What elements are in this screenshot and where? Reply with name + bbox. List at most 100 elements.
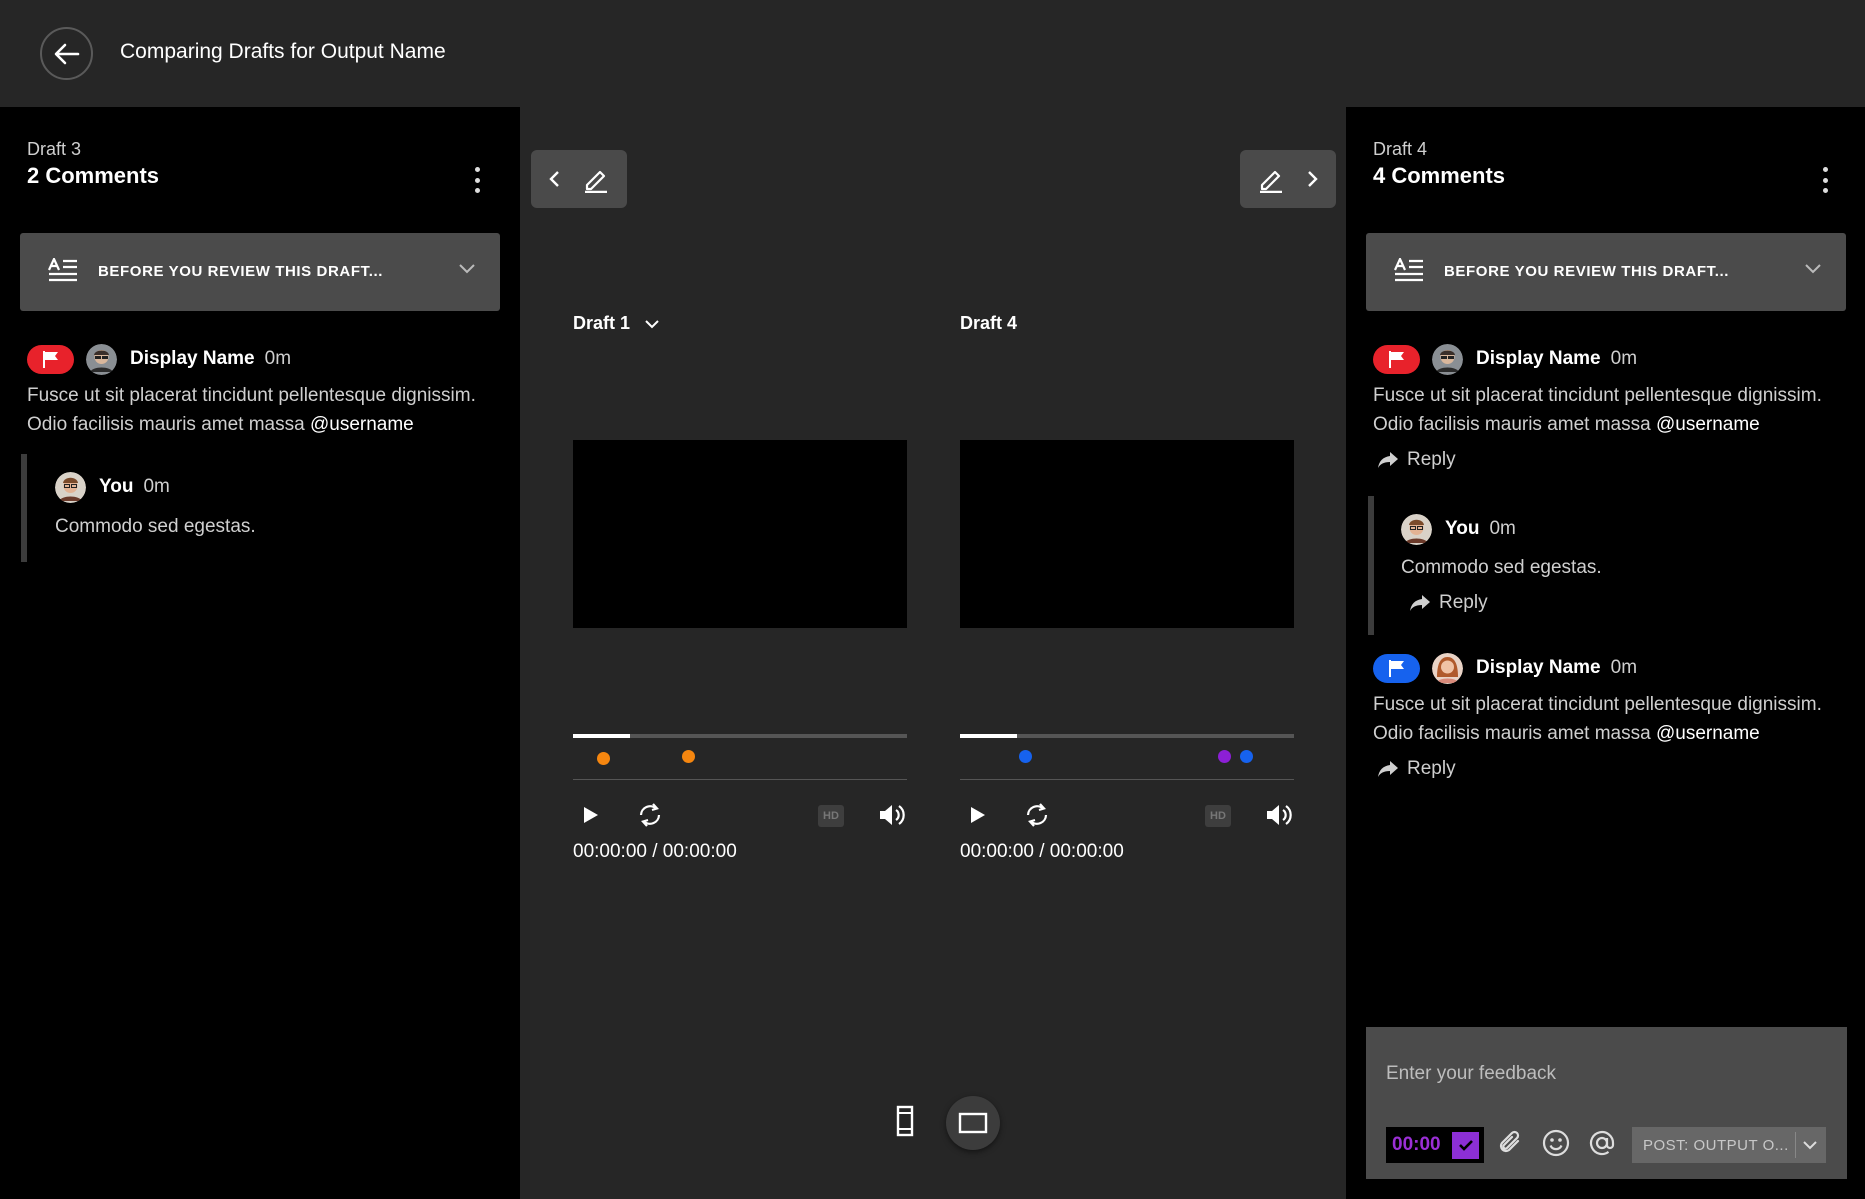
landscape-layout-icon bbox=[958, 1112, 988, 1134]
comment-marker-track bbox=[960, 738, 1294, 780]
video-player[interactable] bbox=[960, 440, 1294, 628]
flag-icon bbox=[1388, 351, 1404, 368]
player-title: Draft 4 bbox=[960, 313, 1018, 333]
reply-header: You 0m bbox=[1401, 513, 1516, 545]
flag-badge[interactable] bbox=[1373, 653, 1420, 683]
comment-marker-track bbox=[573, 738, 907, 780]
pencil-icon bbox=[1260, 170, 1282, 193]
avatar bbox=[1401, 513, 1432, 545]
comment-time: 0m bbox=[1610, 348, 1638, 369]
timestamp-value: 00:00 bbox=[1392, 1134, 1441, 1155]
comment-header: Display Name 0m bbox=[1373, 652, 1637, 684]
draft-label: Draft 3 bbox=[27, 139, 82, 159]
more-options-button[interactable] bbox=[467, 167, 487, 193]
reply-text: Commodo sed egestas. bbox=[55, 516, 256, 537]
comment-line-text: Odio facilisis mauris amet massa bbox=[27, 414, 310, 435]
mention-icon[interactable] bbox=[1588, 1129, 1616, 1157]
reply-arrow-icon bbox=[1378, 452, 1398, 468]
phone-layout-icon bbox=[896, 1105, 914, 1137]
top-bar: Comparing Drafts for Output Name bbox=[0, 0, 1865, 107]
comment-text: Fusce ut sit placerat tincidunt pellente… bbox=[1373, 690, 1863, 748]
avatar bbox=[55, 471, 86, 503]
paperclip-icon[interactable] bbox=[1498, 1129, 1524, 1157]
volume-icon[interactable] bbox=[1265, 803, 1293, 827]
reply-button[interactable]: Reply bbox=[1409, 592, 1488, 614]
commenter-name[interactable]: Display Name bbox=[130, 348, 255, 370]
comment-line: Odio facilisis mauris amet massa @userna… bbox=[1373, 410, 1863, 439]
flag-badge[interactable] bbox=[1373, 344, 1420, 374]
commenter-name[interactable]: Display Name bbox=[1476, 657, 1601, 679]
mention-link[interactable]: @username bbox=[310, 414, 414, 435]
play-icon[interactable] bbox=[970, 806, 986, 824]
reply-text: Commodo sed egestas. bbox=[1401, 557, 1602, 578]
comment-line: Odio facilisis mauris amet massa @userna… bbox=[1373, 719, 1863, 748]
hd-toggle[interactable]: HD bbox=[1205, 805, 1231, 827]
feedback-input[interactable] bbox=[1386, 1063, 1826, 1085]
page-title: Comparing Drafts for Output Name bbox=[120, 40, 446, 63]
mention-link[interactable]: @username bbox=[1656, 414, 1760, 435]
chevron-down-icon bbox=[1805, 264, 1821, 274]
comment-time: 0m bbox=[264, 348, 292, 369]
volume-icon[interactable] bbox=[878, 803, 906, 827]
comment-time: 0m bbox=[1610, 657, 1638, 678]
flag-icon bbox=[1388, 660, 1404, 677]
comment-marker[interactable] bbox=[682, 750, 696, 763]
vertical-layout-toggle[interactable] bbox=[896, 1105, 914, 1142]
player-draft-selector[interactable]: Draft 1 bbox=[573, 313, 660, 334]
commenter-name[interactable]: Display Name bbox=[1476, 348, 1601, 370]
text-align-icon bbox=[48, 258, 77, 282]
more-options-button[interactable] bbox=[1815, 167, 1835, 193]
post-label: POST: OUTPUT O... bbox=[1643, 1136, 1789, 1154]
feedback-composer: 00:00 POST: OUTPUT O... bbox=[1366, 1027, 1847, 1179]
emoji-icon[interactable] bbox=[1542, 1129, 1570, 1157]
comment-marker[interactable] bbox=[1239, 750, 1253, 763]
commenter-name[interactable]: You bbox=[99, 476, 133, 498]
comment-marker[interactable] bbox=[1217, 750, 1231, 763]
comment-marker[interactable] bbox=[597, 752, 611, 765]
comment-line: Fusce ut sit placerat tincidunt pellente… bbox=[27, 385, 476, 406]
comment-time: 0m bbox=[143, 476, 170, 497]
video-player[interactable] bbox=[573, 440, 907, 628]
flag-icon bbox=[42, 351, 58, 368]
loop-icon[interactable] bbox=[1023, 802, 1051, 828]
timestamp-toggle[interactable]: 00:00 bbox=[1386, 1127, 1484, 1163]
draft-label: Draft 4 bbox=[1373, 139, 1428, 159]
comment-time: 0m bbox=[1489, 518, 1516, 539]
comment-text: Fusce ut sit placerat tincidunt pellente… bbox=[27, 381, 517, 439]
reply-button[interactable]: Reply bbox=[1377, 758, 1456, 780]
play-icon[interactable] bbox=[583, 806, 599, 824]
chevron-down-icon[interactable] bbox=[1802, 1140, 1818, 1150]
horizontal-layout-toggle[interactable] bbox=[946, 1096, 1000, 1150]
review-banner-label: BEFORE YOU REVIEW THIS DRAFT... bbox=[98, 263, 384, 280]
mention-link[interactable]: @username bbox=[1656, 723, 1760, 744]
post-button[interactable]: POST: OUTPUT O... bbox=[1632, 1127, 1826, 1163]
reply-arrow-icon bbox=[1378, 761, 1398, 777]
hd-toggle[interactable]: HD bbox=[818, 805, 844, 827]
commenter-name[interactable]: You bbox=[1445, 518, 1479, 540]
timecode: 00:00:00 / 00:00:00 bbox=[960, 841, 1124, 862]
review-draft-banner[interactable]: BEFORE YOU REVIEW THIS DRAFT... bbox=[20, 233, 500, 311]
reply-label: Reply bbox=[1407, 449, 1456, 470]
comment-header: Display Name 0m bbox=[1373, 343, 1637, 375]
chevron-right-icon bbox=[1308, 171, 1318, 187]
comment-marker[interactable] bbox=[1019, 750, 1033, 763]
pencil-icon bbox=[585, 170, 607, 193]
chevron-down-icon bbox=[645, 319, 659, 328]
reply-label: Reply bbox=[1407, 758, 1456, 779]
comment-count: 4 Comments bbox=[1373, 163, 1506, 188]
timestamp-checkbox[interactable] bbox=[1452, 1131, 1479, 1159]
next-draft-button[interactable] bbox=[1240, 150, 1336, 208]
reply-button[interactable]: Reply bbox=[1377, 449, 1456, 471]
review-draft-banner[interactable]: BEFORE YOU REVIEW THIS DRAFT... bbox=[1366, 233, 1846, 311]
back-button[interactable] bbox=[40, 27, 93, 80]
reply-arrow-icon bbox=[1410, 595, 1430, 611]
flag-badge[interactable] bbox=[27, 344, 74, 374]
previous-draft-button[interactable] bbox=[531, 150, 627, 208]
kebab-dot-icon bbox=[474, 188, 480, 193]
loop-icon[interactable] bbox=[636, 802, 664, 828]
avatar bbox=[1432, 343, 1463, 375]
comment-count: 2 Comments bbox=[27, 163, 160, 188]
comment-header: Display Name 0m bbox=[27, 343, 291, 375]
player-controls: HD bbox=[960, 797, 1294, 837]
kebab-dot-icon bbox=[1822, 188, 1828, 193]
